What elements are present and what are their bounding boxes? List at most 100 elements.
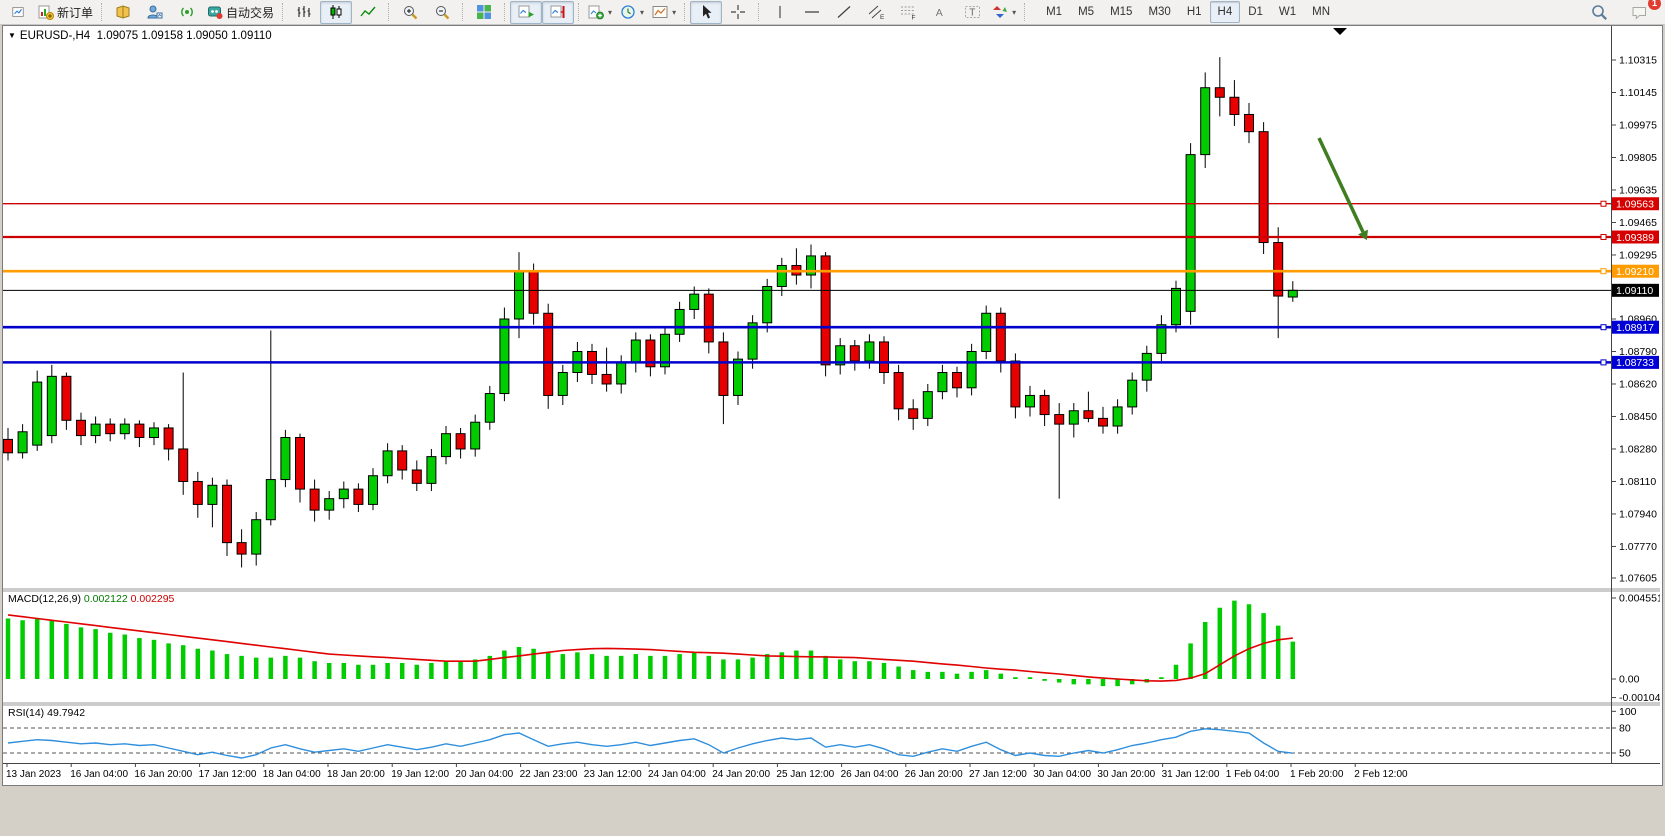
svg-text:22 Jan 23:00: 22 Jan 23:00 xyxy=(520,769,578,780)
periods-button[interactable]: ▾ xyxy=(616,1,648,24)
new-order-button[interactable]: 新订单 xyxy=(34,1,97,24)
chat-bubble-icon xyxy=(1631,4,1648,20)
equidistant-channel-icon: E xyxy=(868,4,885,20)
chevron-down-icon: ▾ xyxy=(672,8,676,17)
zoom-in-button[interactable] xyxy=(394,1,426,24)
chart-canvas[interactable]: 1.103151.101451.099751.098051.096351.094… xyxy=(3,26,1660,783)
search-button[interactable] xyxy=(1583,1,1615,24)
timeframe-d1-button[interactable]: D1 xyxy=(1240,1,1271,23)
timeframe-h1-button[interactable]: H1 xyxy=(1179,1,1210,23)
svg-text:1.09975: 1.09975 xyxy=(1619,119,1657,131)
zoom-in-icon xyxy=(402,4,418,20)
auto-scroll-button[interactable] xyxy=(510,1,542,24)
svg-text:25 Jan 12:00: 25 Jan 12:00 xyxy=(776,769,834,780)
svg-text:1.09635: 1.09635 xyxy=(1619,184,1657,196)
separator xyxy=(758,3,760,21)
ohlc-low: 1.09050 xyxy=(186,30,228,42)
svg-text:1.08917: 1.08917 xyxy=(1616,322,1654,334)
book-icon xyxy=(115,4,131,20)
macd-signal-value: 0.002295 xyxy=(131,593,175,605)
macd-main-value: 0.002122 xyxy=(84,593,128,605)
notifications-button[interactable]: 1 xyxy=(1623,1,1655,24)
charts-book-button[interactable] xyxy=(107,1,139,24)
timeframe-mn-button[interactable]: MN xyxy=(1304,1,1338,23)
new-order-label: 新订单 xyxy=(57,4,93,21)
crosshair-button[interactable] xyxy=(722,1,754,24)
signal-button[interactable] xyxy=(171,1,203,24)
signal-icon xyxy=(179,4,195,20)
chart-symbol: EURUSD-,H4 xyxy=(20,30,90,42)
candlestick-chart-button[interactable] xyxy=(320,1,352,24)
horizontal-line-button[interactable] xyxy=(796,1,828,24)
svg-text:1.09210: 1.09210 xyxy=(1616,266,1654,278)
annotations xyxy=(1319,28,1368,240)
svg-text:-0.001043: -0.001043 xyxy=(1619,692,1660,704)
candlestick-chart-icon xyxy=(328,4,344,20)
fibonacci-button[interactable]: F xyxy=(892,1,924,24)
svg-text:A: A xyxy=(936,7,943,19)
rsi-level-lines xyxy=(3,728,1611,753)
chart-menu-triangle-icon[interactable]: ▼ xyxy=(8,31,16,40)
trendline-button[interactable] xyxy=(828,1,860,24)
fibonacci-icon: F xyxy=(900,4,917,20)
trendline-icon xyxy=(836,4,852,20)
cursor-button[interactable] xyxy=(690,1,722,24)
horizontal-price-lines xyxy=(3,201,1611,365)
separator xyxy=(684,3,686,21)
separator xyxy=(1024,3,1026,21)
timeframe-h4-button[interactable]: H4 xyxy=(1210,1,1241,23)
mt4-terminal: 新订单 自动交易 xyxy=(0,0,1665,836)
templates-button[interactable]: ▾ xyxy=(648,1,680,24)
text-label-icon: T xyxy=(964,4,981,20)
svg-text:1.09563: 1.09563 xyxy=(1616,199,1654,211)
svg-text:18 Jan 20:00: 18 Jan 20:00 xyxy=(327,769,385,780)
timeframe-m30-button[interactable]: M30 xyxy=(1140,1,1178,23)
vertical-line-button[interactable] xyxy=(764,1,796,24)
svg-text:1.08110: 1.08110 xyxy=(1619,476,1656,488)
svg-text:26 Jan 20:00: 26 Jan 20:00 xyxy=(905,769,963,780)
profile-button[interactable] xyxy=(139,1,171,24)
indicator-axes: 0.0045510.00-0.0010431008050 xyxy=(1611,592,1660,759)
svg-text:16 Jan 20:00: 16 Jan 20:00 xyxy=(134,769,192,780)
chart-shift-button[interactable] xyxy=(542,1,574,24)
bar-chart-button[interactable] xyxy=(288,1,320,24)
text-button[interactable]: A xyxy=(924,1,956,24)
svg-text:1.09110: 1.09110 xyxy=(1616,285,1653,297)
ohlc-high: 1.09158 xyxy=(141,30,183,42)
timeframe-w1-button[interactable]: W1 xyxy=(1271,1,1304,23)
svg-text:30 Jan 20:00: 30 Jan 20:00 xyxy=(1097,769,1155,780)
auto-trading-button[interactable]: 自动交易 xyxy=(203,1,278,24)
new-chart-button[interactable]: ▾ xyxy=(584,1,616,24)
notification-badge: 1 xyxy=(1648,0,1661,10)
svg-text:2 Feb 12:00: 2 Feb 12:00 xyxy=(1354,769,1408,780)
toolbar-right: 1 xyxy=(1583,1,1663,24)
time-axis: 13 Jan 202316 Jan 04:0016 Jan 20:0017 Ja… xyxy=(6,763,1408,780)
svg-text:16 Jan 04:00: 16 Jan 04:00 xyxy=(70,769,128,780)
svg-text:50: 50 xyxy=(1619,747,1631,759)
auto-trading-icon xyxy=(207,4,223,20)
window-menu-icon[interactable] xyxy=(2,1,34,24)
line-chart-button[interactable] xyxy=(352,1,384,24)
svg-text:20 Jan 04:00: 20 Jan 04:00 xyxy=(455,769,513,780)
macd-label: MACD(12,26,9) 0.002122 0.002295 xyxy=(8,593,174,605)
svg-text:26 Jan 04:00: 26 Jan 04:00 xyxy=(841,769,899,780)
svg-text:1.09295: 1.09295 xyxy=(1619,249,1657,261)
zoom-out-icon xyxy=(434,4,450,20)
equidistant-channel-button[interactable]: E xyxy=(860,1,892,24)
timeframe-m1-button[interactable]: M1 xyxy=(1038,1,1070,23)
svg-text:1.09805: 1.09805 xyxy=(1619,152,1657,164)
arrows-button[interactable]: ▾ xyxy=(988,1,1020,24)
chart-shift-icon xyxy=(550,4,567,20)
chart-window[interactable]: 1.103151.101451.099751.098051.096351.094… xyxy=(2,25,1663,786)
svg-text:80: 80 xyxy=(1619,723,1631,735)
text-label-button[interactable]: T xyxy=(956,1,988,24)
timeframe-m15-button[interactable]: M15 xyxy=(1102,1,1140,23)
svg-text:1.07770: 1.07770 xyxy=(1619,541,1657,553)
rsi-line xyxy=(8,729,1293,758)
zoom-out-button[interactable] xyxy=(426,1,458,24)
search-icon xyxy=(1591,4,1608,21)
tile-windows-button[interactable] xyxy=(468,1,500,24)
timeframe-m5-button[interactable]: M5 xyxy=(1070,1,1102,23)
ohlc-open: 1.09075 xyxy=(97,30,139,42)
toolbar: 新订单 自动交易 xyxy=(0,0,1665,25)
